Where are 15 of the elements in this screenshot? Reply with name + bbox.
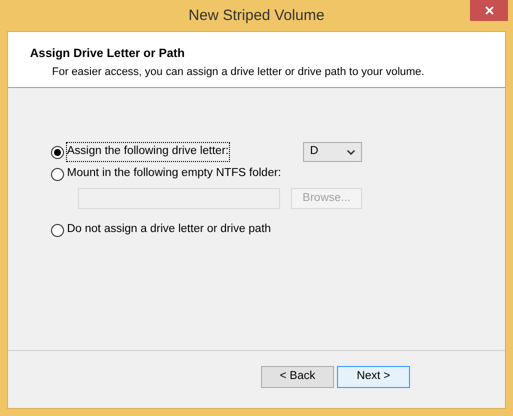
page-description: For easier access, you can assign a drive letter or drive path to your volume.: [51, 65, 426, 80]
wizard-button[interactable]: Next >: [337, 366, 410, 388]
window-title: New Striped Volume: [188, 6, 324, 26]
chevron-down-icon: [347, 150, 355, 154]
radio-button[interactable]: [51, 224, 64, 236]
page-title: Assign Drive Letter or Path: [30, 45, 186, 62]
radio-label[interactable]: Assign the following drive letter:: [67, 143, 229, 161]
close-button[interactable]: [470, 0, 508, 21]
radio-button[interactable]: [51, 168, 64, 180]
radio-label[interactable]: Mount in the following empty NTFS folder:: [67, 165, 282, 183]
wizard-button[interactable]: < Back: [261, 366, 334, 388]
drive-letter-dropdown[interactable]: D: [303, 142, 362, 162]
radio-button[interactable]: [51, 146, 64, 158]
radio-label[interactable]: Do not assign a drive letter or drive path: [67, 221, 271, 239]
close-icon: [484, 6, 494, 15]
